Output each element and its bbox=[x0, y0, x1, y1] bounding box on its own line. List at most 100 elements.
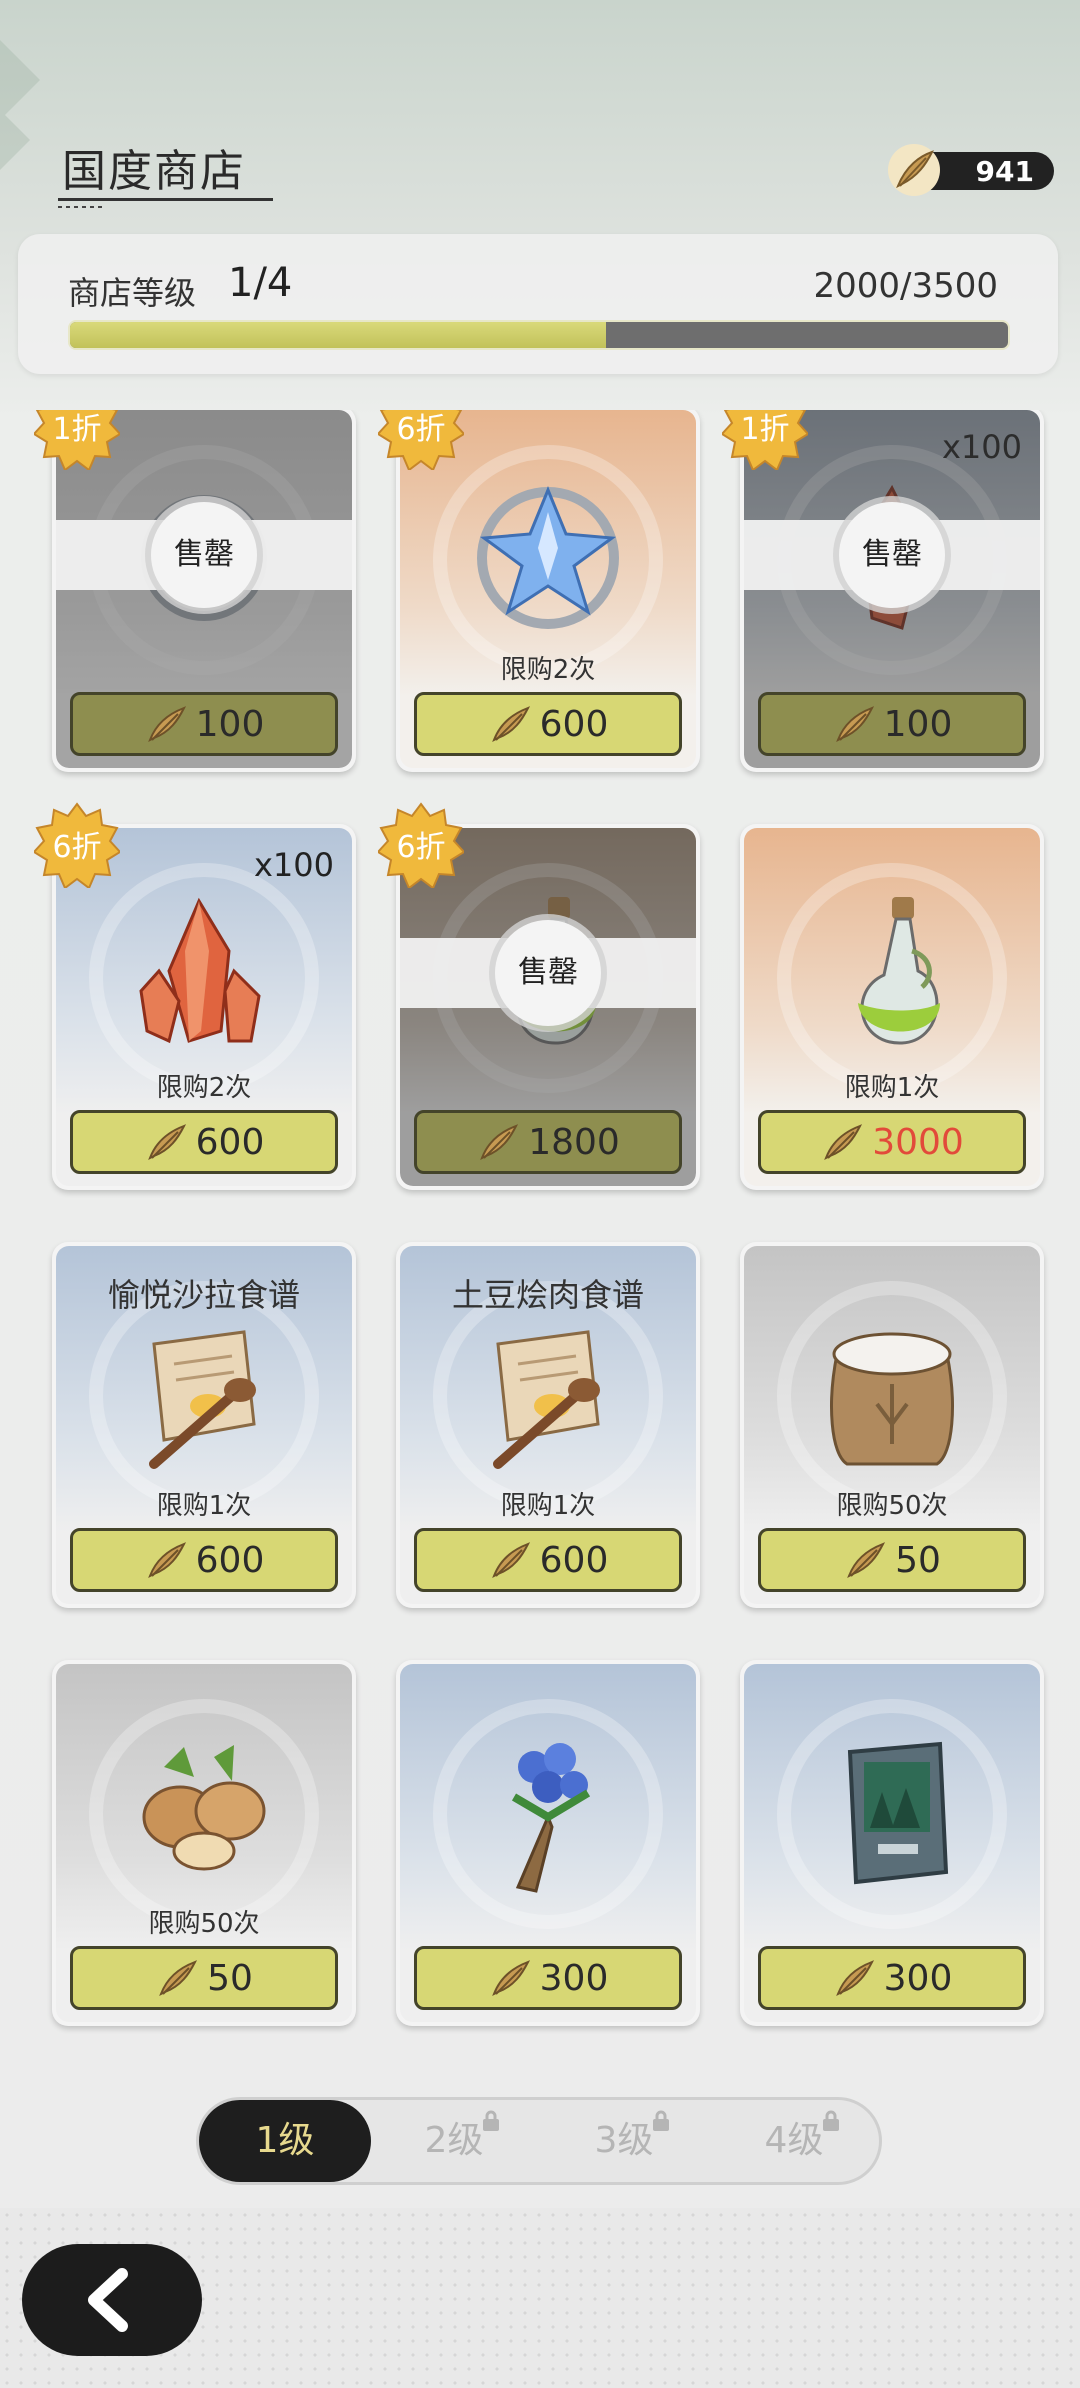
item-image bbox=[822, 891, 962, 1065]
shop-level-panel: 商店等级 1/4 2000/3500 bbox=[18, 234, 1058, 374]
price-value: 50 bbox=[895, 1539, 941, 1581]
price-button[interactable]: 600 bbox=[414, 692, 682, 756]
feather-currency-icon bbox=[888, 144, 940, 196]
purchase-limit: 限购2次 bbox=[156, 1073, 252, 1103]
price-button[interactable]: 3000 bbox=[758, 1110, 1026, 1174]
price-value: 50 bbox=[207, 1957, 253, 1999]
feather-currency-icon bbox=[147, 706, 186, 743]
potion-icon bbox=[858, 897, 940, 1045]
shop-item-card[interactable]: 售罄 100 1折 bbox=[34, 410, 356, 772]
price-value: 600 bbox=[195, 1121, 265, 1163]
shop-item-card[interactable]: 限购50次 50 bbox=[52, 1660, 356, 2026]
item-quantity: x100 bbox=[253, 846, 334, 884]
price-value: 600 bbox=[195, 1539, 265, 1581]
shop-level-progress-bar bbox=[68, 320, 1010, 350]
item-card-background: 300 bbox=[400, 1664, 696, 2022]
svg-text:6折: 6折 bbox=[396, 412, 445, 447]
shop-item-card[interactable]: 限购50次 50 bbox=[740, 1242, 1044, 1608]
shop-item-card[interactable]: 300 bbox=[396, 1660, 700, 2026]
discount-badge: 6折 bbox=[378, 410, 464, 470]
lock-icon bbox=[483, 2110, 499, 2131]
level-tabs: 1级 2级 3级 4级 bbox=[196, 2097, 882, 2185]
item-card-background: 限购50次 50 bbox=[56, 1664, 352, 2022]
shop-level-value: 1/4 bbox=[228, 260, 293, 306]
price-button[interactable]: 100 bbox=[758, 692, 1026, 756]
tab-level-2[interactable]: 2级 bbox=[369, 2100, 539, 2182]
price-button[interactable]: 50 bbox=[758, 1528, 1026, 1592]
feather-currency-icon bbox=[824, 1124, 863, 1161]
item-image bbox=[468, 1314, 628, 1478]
feather-currency-icon bbox=[159, 1960, 198, 1997]
back-button[interactable] bbox=[22, 2244, 202, 2356]
shop-item-card[interactable]: 限购2次 600 6折 bbox=[378, 410, 700, 772]
price-button[interactable]: 100 bbox=[70, 692, 338, 756]
feather-currency-icon bbox=[147, 1542, 186, 1579]
background-leaf-decoration bbox=[0, 40, 40, 170]
purchase-limit: 限购50次 bbox=[836, 1491, 948, 1521]
recipe-scroll-icon bbox=[493, 1330, 600, 1469]
shop-item-card[interactable]: x100 售罄 100 1折 bbox=[722, 410, 1044, 772]
item-name: 愉悦沙拉食谱 bbox=[107, 1276, 300, 1314]
shop-item-card[interactable]: 愉悦沙拉食谱限购1次 600 bbox=[52, 1242, 356, 1608]
shop-item-card[interactable]: 土豆烩肉食谱 限购1次 600 bbox=[396, 1242, 700, 1608]
price-button[interactable]: 300 bbox=[758, 1946, 1026, 2010]
price-value: 3000 bbox=[872, 1121, 964, 1163]
tab-label: 4级 bbox=[764, 2120, 824, 2161]
tab-level-4[interactable]: 4级 bbox=[709, 2100, 879, 2182]
item-image bbox=[124, 1314, 284, 1478]
discount-badge: 6折 bbox=[378, 802, 464, 888]
feather-currency-icon bbox=[835, 706, 874, 743]
price-value: 300 bbox=[539, 1957, 609, 1999]
tab-level-3[interactable]: 3级 bbox=[539, 2100, 709, 2182]
item-card-background: 限购50次 50 bbox=[744, 1246, 1040, 1604]
shop-item-card[interactable]: 限购1次 3000 bbox=[740, 824, 1044, 1190]
item-card-background: 限购1次 3000 bbox=[744, 828, 1040, 1186]
svg-text:6折: 6折 bbox=[396, 830, 445, 865]
purchase-limit: 限购1次 bbox=[844, 1073, 940, 1103]
svg-text:1折: 1折 bbox=[740, 412, 789, 447]
shop-level-progress-fill bbox=[70, 322, 606, 348]
lock-icon bbox=[823, 2110, 839, 2131]
price-button[interactable]: 1800 bbox=[414, 1110, 682, 1174]
title-dots bbox=[58, 206, 106, 208]
item-card-background: 土豆烩肉食谱 限购1次 600 bbox=[400, 1246, 696, 1604]
purchase-limit: 限购2次 bbox=[500, 655, 596, 685]
sold-out-label: 售罄 bbox=[495, 920, 601, 1026]
price-button[interactable]: 50 bbox=[70, 1946, 338, 2010]
potatoes-icon bbox=[142, 1745, 266, 1871]
title-underline bbox=[58, 198, 273, 201]
price-value: 1800 bbox=[528, 1121, 620, 1163]
item-image bbox=[478, 1727, 618, 1901]
price-button[interactable]: 600 bbox=[70, 1110, 338, 1174]
feather-currency-icon bbox=[491, 1542, 530, 1579]
tab-label: 3级 bbox=[594, 2120, 654, 2161]
page-title: 国度商店 bbox=[62, 146, 246, 197]
price-value: 100 bbox=[195, 703, 265, 745]
lock-icon bbox=[653, 2110, 669, 2131]
blue-crystal-icon bbox=[477, 486, 619, 629]
item-card-background: 愉悦沙拉食谱限购1次 600 bbox=[56, 1246, 352, 1604]
tab-label: 2级 bbox=[424, 2120, 484, 2161]
svg-text:6折: 6折 bbox=[52, 830, 101, 865]
price-button[interactable]: 600 bbox=[414, 1528, 682, 1592]
item-name: 土豆烩肉食谱 bbox=[451, 1276, 644, 1314]
chevron-left-icon bbox=[88, 2268, 128, 2332]
shop-level-label: 商店等级 bbox=[68, 274, 197, 312]
price-value: 600 bbox=[539, 1539, 609, 1581]
price-button[interactable]: 300 bbox=[414, 1946, 682, 2010]
tab-label: 1级 bbox=[255, 2120, 315, 2161]
shop-item-card[interactable]: 售罄 1800 6折 bbox=[378, 802, 700, 1190]
discount-badge: 6折 bbox=[34, 802, 120, 888]
shop-item-card[interactable]: x100 限购2次 600 6折 bbox=[34, 802, 356, 1190]
price-button[interactable]: 600 bbox=[70, 1528, 338, 1592]
tab-level-1[interactable]: 1级 bbox=[199, 2100, 371, 2182]
svg-text:1折: 1折 bbox=[52, 412, 101, 447]
item-grid: 售罄 100 1折 限购2次 600 6折 x100 售罄 100 1折 x10… bbox=[0, 410, 1080, 2050]
feather-currency-icon bbox=[847, 1542, 886, 1579]
feather-currency-icon bbox=[491, 706, 530, 743]
shop-item-card[interactable]: 300 bbox=[740, 1660, 1044, 2026]
flour-sack-icon bbox=[830, 1332, 954, 1466]
currency-counter[interactable]: 941 bbox=[888, 144, 1054, 196]
purchase-limit: 限购1次 bbox=[156, 1491, 252, 1521]
currency-value: 941 bbox=[975, 155, 1034, 188]
